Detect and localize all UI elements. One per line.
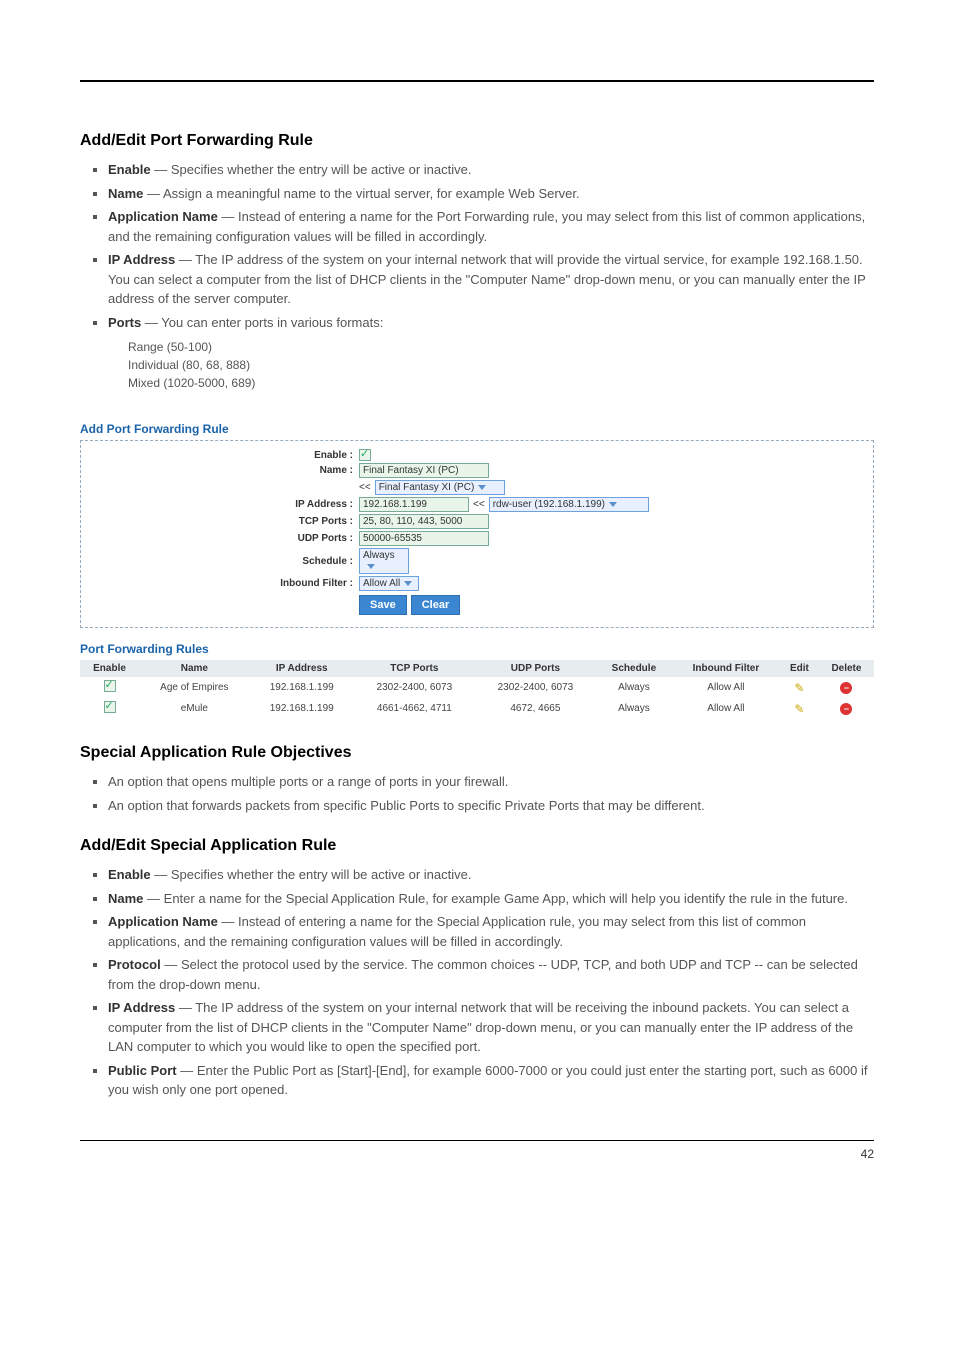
th-tcp: TCP Ports (354, 660, 475, 677)
th-udp: UDP Ports (475, 660, 596, 677)
sa-name: Name — Enter a name for the Special Appl… (108, 889, 874, 909)
th-delete: Delete (819, 660, 874, 677)
th-name: Name (139, 660, 250, 677)
delete-icon[interactable]: − (840, 682, 852, 694)
row-name: Age of Empires (139, 677, 250, 698)
row-udp: 2302-2400, 6073 (475, 677, 596, 698)
table-row: Age of Empires 192.168.1.199 2302-2400, … (80, 677, 874, 698)
row-ip: 192.168.1.199 (250, 698, 354, 719)
th-inf: Inbound Filter (672, 660, 780, 677)
top-rule (80, 80, 874, 82)
label-sched: Schedule : (89, 556, 359, 567)
special-app-objectives-list: An option that opens multiple ports or a… (80, 772, 874, 815)
obj-2: An option that forwards packets from spe… (108, 796, 874, 816)
enable-checkbox[interactable] (359, 449, 371, 461)
row-sched: Always (596, 698, 672, 719)
label-inf: Inbound Filter : (89, 578, 359, 589)
sa-publicport: Public Port — Enter the Public Port as [… (108, 1061, 874, 1100)
add-pf-rule-panel: Enable : Name : Final Fantasy XI (PC) <<… (80, 440, 874, 628)
inbound-filter-select[interactable]: Allow All (359, 576, 419, 591)
add-edit-pf-rule-heading: Add/Edit Port Forwarding Rule (80, 132, 874, 150)
label-enable: Enable : (89, 450, 359, 461)
row-sched: Always (596, 677, 672, 698)
ports-fmt-mixed: Mixed (1020-5000, 689) (128, 374, 874, 392)
sa-appname: Application Name — Instead of entering a… (108, 912, 874, 951)
row-enable-checkbox[interactable] (104, 680, 116, 692)
ip-input[interactable]: 192.168.1.199 (359, 497, 469, 512)
th-ip: IP Address (250, 660, 354, 677)
li-name: Name — Assign a meaningful name to the v… (108, 184, 874, 204)
label-udp: UDP Ports : (89, 533, 359, 544)
edit-icon[interactable]: ✎ (794, 702, 804, 716)
pf-rules-table: Enable Name IP Address TCP Ports UDP Por… (80, 660, 874, 719)
udp-input[interactable]: 50000-65535 (359, 531, 489, 546)
page-number: 42 (80, 1147, 874, 1161)
ports-fmt-range: Range (50-100) (128, 338, 874, 356)
row-inf: Allow All (672, 698, 780, 719)
th-enable: Enable (80, 660, 139, 677)
chevron-down-icon (404, 581, 412, 586)
delete-icon[interactable]: − (840, 703, 852, 715)
bottom-rule (80, 1140, 874, 1141)
li-appname: Application Name — Instead of entering a… (108, 207, 874, 246)
chevron-down-icon (609, 502, 617, 507)
add-pf-rule-panel-title: Add Port Forwarding Rule (80, 422, 874, 436)
pf-rules-list-title: Port Forwarding Rules (80, 642, 874, 656)
chevron-down-icon (367, 564, 375, 569)
chevron-down-icon (478, 485, 486, 490)
li-ip: IP Address — The IP address of the syste… (108, 250, 874, 309)
sa-protocol: Protocol — Select the protocol used by t… (108, 955, 874, 994)
save-button[interactable]: Save (359, 595, 407, 615)
row-ip: 192.168.1.199 (250, 677, 354, 698)
li-enable: Enable — Specifies whether the entry wil… (108, 160, 874, 180)
sa-ip: IP Address — The IP address of the syste… (108, 998, 874, 1057)
label-name: Name : (89, 465, 359, 476)
application-preset-select[interactable]: Final Fantasy XI (PC) (375, 480, 505, 495)
obj-1: An option that opens multiple ports or a… (108, 772, 874, 792)
row-name: eMule (139, 698, 250, 719)
pf-rule-field-list: Enable — Specifies whether the entry wil… (80, 160, 874, 392)
tcp-input[interactable]: 25, 80, 110, 443, 5000 (359, 514, 489, 529)
clear-button[interactable]: Clear (411, 595, 461, 615)
special-app-objectives-heading: Special Application Rule Objectives (80, 744, 874, 762)
name-input[interactable]: Final Fantasy XI (PC) (359, 463, 489, 478)
ports-fmt-indiv: Individual (80, 68, 888) (128, 356, 874, 374)
sa-enable: Enable — Specifies whether the entry wil… (108, 865, 874, 885)
row-udp: 4672, 4665 (475, 698, 596, 719)
ip-preset-arrow-label: << (473, 499, 485, 510)
edit-icon[interactable]: ✎ (794, 681, 804, 695)
table-row: eMule 192.168.1.199 4661-4662, 4711 4672… (80, 698, 874, 719)
label-ip: IP Address : (89, 499, 359, 510)
preset-arrow-label: << (359, 482, 371, 493)
row-enable-checkbox[interactable] (104, 701, 116, 713)
ip-preset-select[interactable]: rdw-user (192.168.1.199) (489, 497, 649, 512)
th-sched: Schedule (596, 660, 672, 677)
row-inf: Allow All (672, 677, 780, 698)
label-tcp: TCP Ports : (89, 516, 359, 527)
th-edit: Edit (780, 660, 819, 677)
add-edit-special-app-heading: Add/Edit Special Application Rule (80, 837, 874, 855)
row-tcp: 4661-4662, 4711 (354, 698, 475, 719)
schedule-select[interactable]: Always (359, 548, 409, 574)
li-ports: Ports — You can enter ports in various f… (108, 313, 874, 393)
special-app-field-list: Enable — Specifies whether the entry wil… (80, 865, 874, 1100)
row-tcp: 2302-2400, 6073 (354, 677, 475, 698)
